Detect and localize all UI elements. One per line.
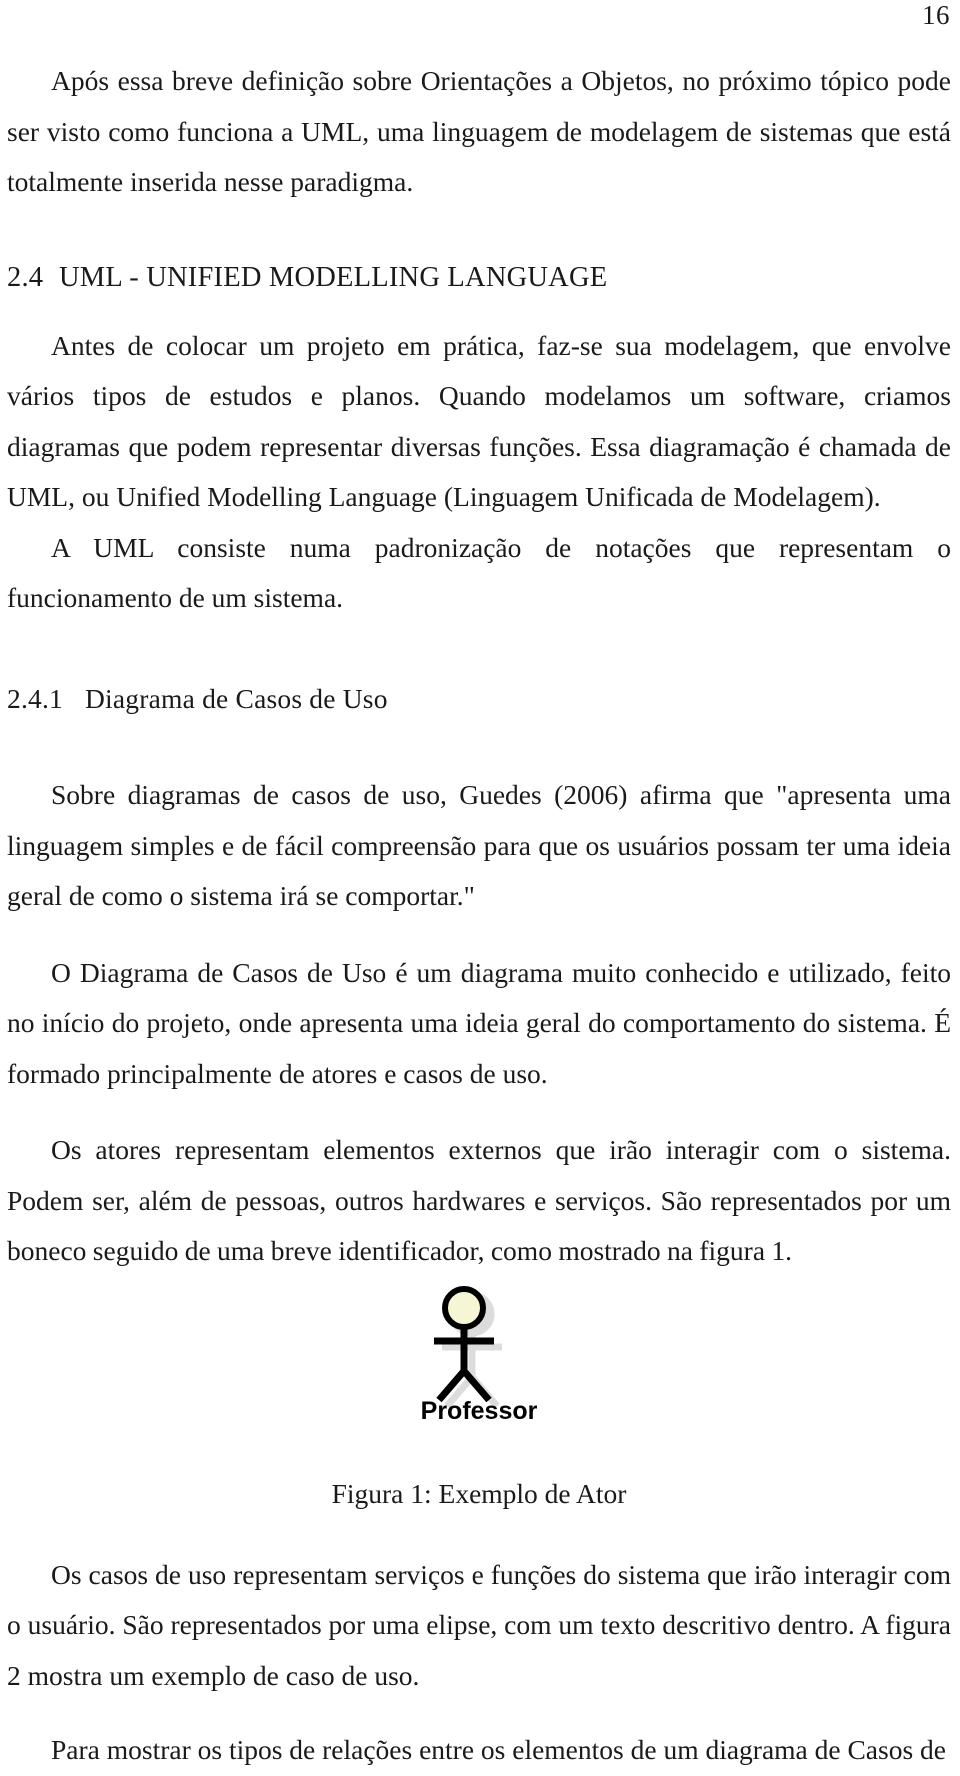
uml-actor-figure: Professor [414, 1281, 544, 1431]
subsection-number: 2.4.1 [7, 682, 63, 714]
spacer-after-subsection [7, 714, 951, 770]
figure-1-caption: Figura 1: Exemplo de Ator [331, 1477, 627, 1509]
paragraph-guedes-quote: Sobre diagramas de casos de uso, Guedes … [7, 779, 951, 912]
subsection-heading-2-4-1: 2.4.1 Diagrama de Casos de Uso [7, 682, 951, 714]
spacer-before-section [7, 208, 951, 262]
section-number: 2.4 [7, 261, 44, 293]
paragraph-actors: Os atores representam elementos externos… [7, 1134, 951, 1267]
spacer-paragraph-gap-2 [7, 1099, 951, 1125]
paragraph-intro: Após essa breve definição sobre Orientaç… [7, 65, 951, 197]
spacer-after-figure [7, 1510, 951, 1550]
paragraph-use-case-diagram: O Diagrama de Casos de Uso é um diagrama… [7, 956, 951, 1089]
actor-label: Professor [420, 1396, 538, 1425]
document-page: 16 Após essa breve definição sobre Orien… [0, 0, 960, 1766]
body-column: Após essa breve definição sobre Orientaç… [7, 0, 951, 1776]
spacer-paragraph-gap-3 [7, 1701, 951, 1725]
spacer-before-subsection [7, 624, 951, 684]
subsection-title: Diagrama de Casos de Uso [85, 682, 388, 714]
spacer-after-section [7, 293, 951, 321]
paragraph-uml-definition: A UML consiste numa padronização de nota… [7, 531, 951, 614]
spacer-paragraph-gap-1 [7, 922, 951, 948]
section-heading-2-4: 2.4 UML - UNIFIED MODELLING LANGUAGE [7, 262, 951, 293]
paragraph-use-cases: Os casos de uso representam serviços e f… [7, 1558, 951, 1691]
section-title: UML - UNIFIED MODELLING LANGUAGE [59, 261, 608, 293]
paragraph-uml-intro: Antes de colocar um projeto em prática, … [7, 329, 951, 513]
actor-head [442, 1285, 486, 1330]
top-spacer [7, 0, 951, 56]
figure-1-block: Professor [7, 1277, 951, 1477]
paragraph-relations-partial: Para mostrar os tipos de relações entre … [51, 1734, 946, 1766]
